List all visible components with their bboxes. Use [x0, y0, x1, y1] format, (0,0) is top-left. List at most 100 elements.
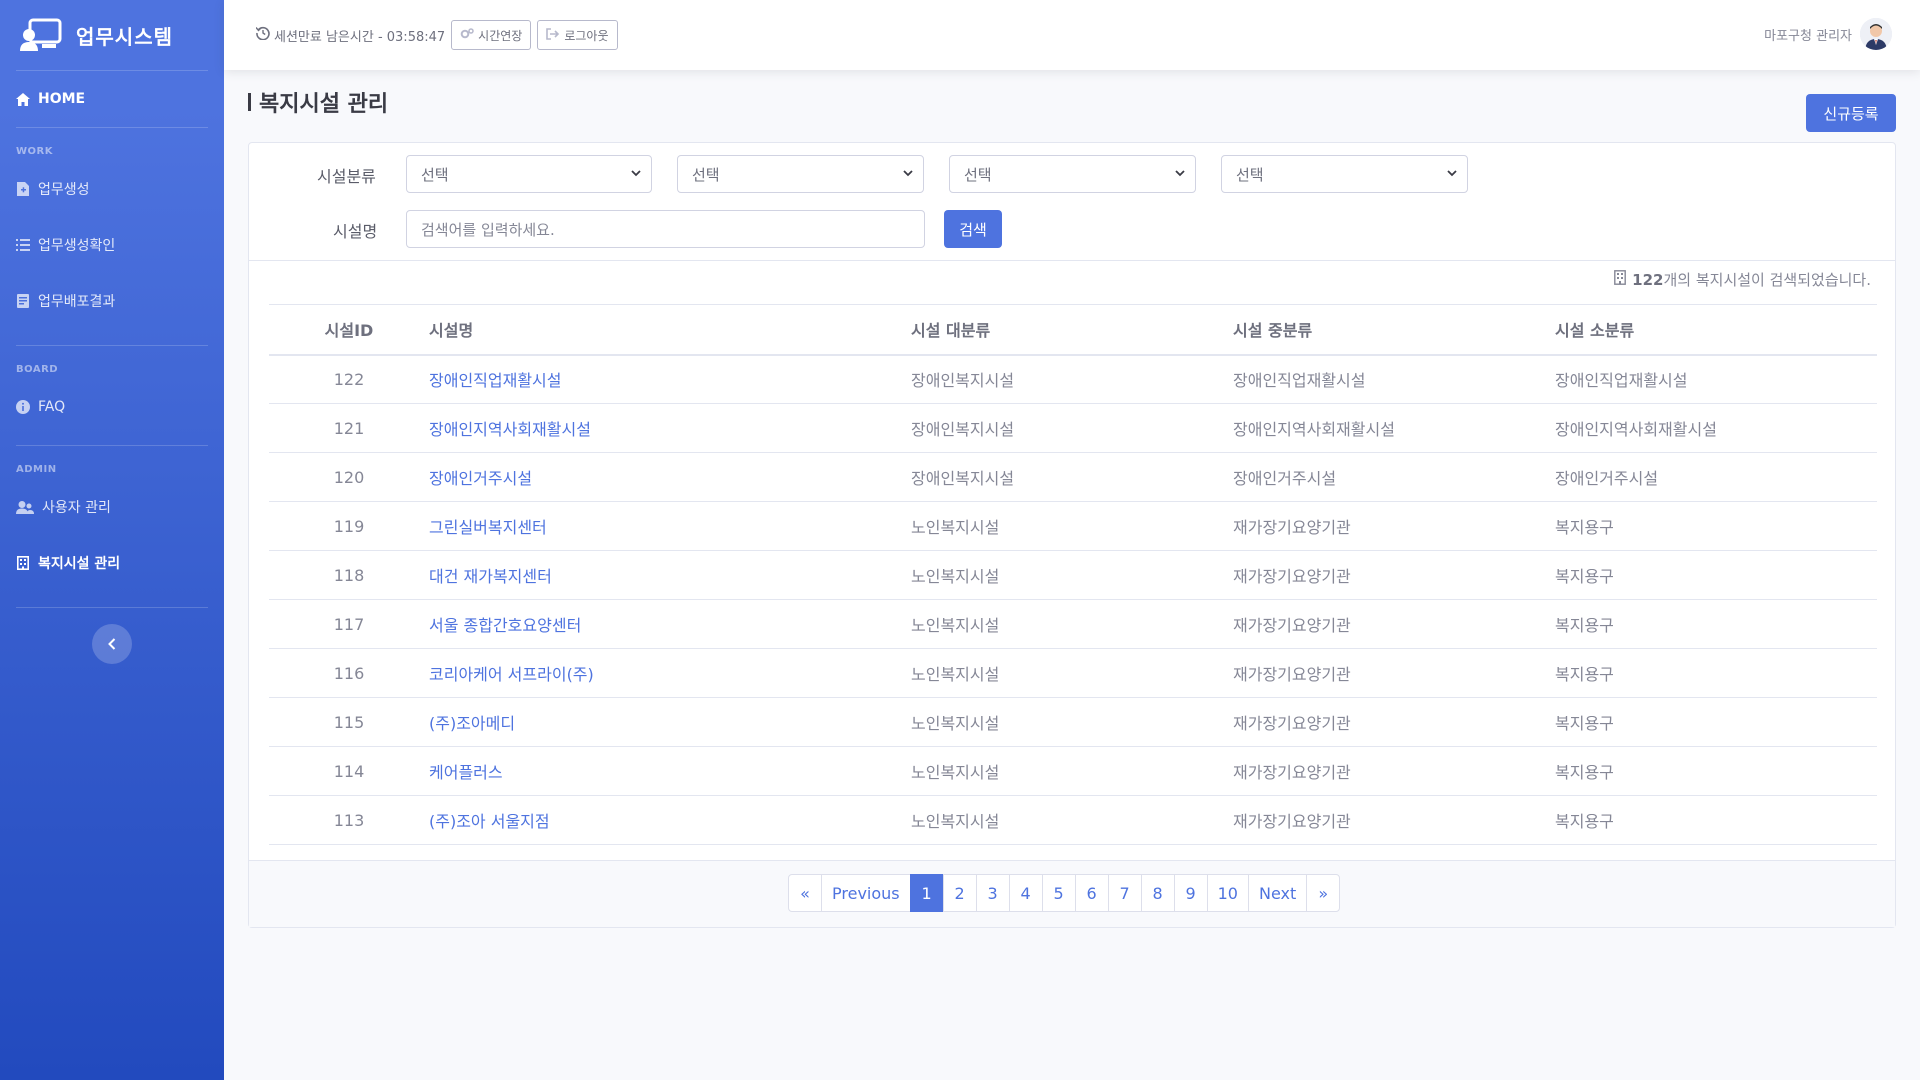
column-header-name[interactable]: 시설명: [429, 304, 911, 356]
page-button-8[interactable]: 8: [1140, 874, 1175, 912]
pagination-area: « Previous 1 2 3 4 5 6 7 8 9 10 Next »: [249, 860, 1895, 927]
page-button-2[interactable]: 2: [942, 874, 977, 912]
sidebar-item-label: 업무배포결과: [38, 294, 116, 310]
cell-id: 113: [269, 795, 429, 845]
page-button-10[interactable]: 10: [1206, 874, 1249, 912]
cell-id: 114: [269, 746, 429, 796]
facility-name-link[interactable]: 그린실버복지센터: [429, 501, 911, 551]
facility-name-link[interactable]: 대건 재가복지센터: [429, 550, 911, 600]
info-circle-icon: [16, 400, 30, 414]
cell-minor: 복지용구: [1555, 795, 1877, 845]
table-row[interactable]: 114 케어플러스 노인복지시설 재가장기요양기관 복지용구: [269, 746, 1877, 796]
chevron-left-icon: [108, 635, 116, 654]
page-button-7[interactable]: 7: [1107, 874, 1142, 912]
sidebar-item-task-create[interactable]: 업무생성: [0, 161, 224, 217]
cell-id: 115: [269, 697, 429, 747]
category-select-4[interactable]: 선택: [1221, 155, 1468, 193]
category-select-3[interactable]: 선택: [949, 155, 1196, 193]
chevron-down-icon: [903, 168, 913, 181]
search-button[interactable]: 검색: [944, 210, 1002, 248]
list-icon: [16, 238, 30, 252]
search-placeholder: 검색어를 입력하세요.: [421, 220, 555, 239]
sidebar-item-task-result[interactable]: 업무배포결과: [0, 273, 224, 329]
cell-minor: 복지용구: [1555, 648, 1877, 698]
column-header-minor[interactable]: 시설 소분류: [1555, 304, 1877, 356]
doc-icon: [16, 294, 30, 308]
brand[interactable]: 업무시스템: [0, 0, 224, 70]
new-register-button[interactable]: 신규등록: [1806, 94, 1896, 132]
facility-name-link[interactable]: (주)조아 서울지점: [429, 795, 911, 845]
user-menu[interactable]: 마포구청 관리자: [1764, 18, 1892, 50]
table-row[interactable]: 119 그린실버복지센터 노인복지시설 재가장기요양기관 복지용구: [269, 501, 1877, 551]
category-label: 시설분류: [317, 167, 376, 186]
page-button-6[interactable]: 6: [1074, 874, 1109, 912]
sidebar-item-label: 업무생성: [38, 182, 90, 198]
cell-minor: 복지용구: [1555, 746, 1877, 796]
sidebar-item-user-management[interactable]: 사용자 관리: [0, 479, 224, 535]
table-row[interactable]: 121 장애인지역사회재활시설 장애인복지시설 장애인지역사회재활시설 장애인지…: [269, 403, 1877, 453]
cell-middle: 재가장기요양기관: [1233, 501, 1555, 551]
logout-button[interactable]: 로그아웃: [537, 20, 618, 50]
page-button-1[interactable]: 1: [909, 874, 944, 912]
table-row[interactable]: 122 장애인직업재활시설 장애인복지시설 장애인직업재활시설 장애인직업재활시…: [269, 354, 1877, 404]
page-last-button[interactable]: »: [1306, 874, 1341, 912]
table-row[interactable]: 118 대건 재가복지센터 노인복지시설 재가장기요양기관 복지용구: [269, 550, 1877, 600]
extend-session-button[interactable]: 시간연장: [451, 20, 532, 50]
cell-middle: 재가장기요양기관: [1233, 550, 1555, 600]
section-head-admin: ADMIN: [16, 464, 57, 475]
sidebar-item-facility-management[interactable]: 복지시설 관리: [0, 535, 224, 591]
facility-name-link[interactable]: 장애인직업재활시설: [429, 354, 911, 404]
page-button-3[interactable]: 3: [975, 874, 1010, 912]
table-row[interactable]: 120 장애인거주시설 장애인복지시설 장애인거주시설 장애인거주시설: [269, 452, 1877, 502]
session-text: 세션만료 남은시간 - 03:58:47: [274, 29, 446, 45]
sidebar: 업무시스템 HOME WORK 업무생성 업무생성확인 업무배포결과 BOARD…: [0, 0, 224, 1080]
facility-name-link[interactable]: 케어플러스: [429, 746, 911, 796]
page-button-9[interactable]: 9: [1173, 874, 1208, 912]
cell-id: 121: [269, 403, 429, 453]
cell-major: 장애인복지시설: [911, 452, 1233, 502]
select-value: 선택: [421, 165, 449, 184]
cell-major: 노인복지시설: [911, 746, 1233, 796]
cell-id: 122: [269, 354, 429, 404]
facility-name-link[interactable]: 장애인거주시설: [429, 452, 911, 502]
column-header-major[interactable]: 시설 대분류: [911, 304, 1233, 356]
chevron-down-icon: [1175, 168, 1185, 181]
facility-name-link[interactable]: 코리아케어 서프라이(주): [429, 648, 911, 698]
sidebar-item-task-confirm[interactable]: 업무생성확인: [0, 217, 224, 273]
result-count-number: 122: [1632, 271, 1664, 289]
table-row[interactable]: 116 코리아케어 서프라이(주) 노인복지시설 재가장기요양기관 복지용구: [269, 648, 1877, 698]
search-input[interactable]: 검색어를 입력하세요.: [406, 210, 925, 248]
sidebar-item-home[interactable]: HOME: [0, 71, 224, 127]
facility-name-link[interactable]: (주)조아메디: [429, 697, 911, 747]
page-next-button[interactable]: Next: [1247, 874, 1308, 912]
filter-area: 시설분류 선택 선택 선택 선택 시설명 검색어를 입력하세요. 검색: [249, 143, 1895, 261]
sidebar-divider: [16, 607, 208, 608]
cell-minor: 장애인직업재활시설: [1555, 354, 1877, 404]
sidebar-toggle-button[interactable]: [92, 624, 132, 664]
facility-name-link[interactable]: 서울 종합간호요양센터: [429, 599, 911, 649]
cell-major: 노인복지시설: [911, 697, 1233, 747]
page-first-button[interactable]: «: [788, 874, 822, 912]
cell-major: 장애인복지시설: [911, 403, 1233, 453]
table-row[interactable]: 117 서울 종합간호요양센터 노인복지시설 재가장기요양기관 복지용구: [269, 599, 1877, 649]
page-title-text: 복지시설 관리: [259, 92, 389, 117]
page-button-5[interactable]: 5: [1041, 874, 1076, 912]
facility-name-link[interactable]: 장애인지역사회재활시설: [429, 403, 911, 453]
column-header-middle[interactable]: 시설 중분류: [1233, 304, 1555, 356]
page-button-4[interactable]: 4: [1008, 874, 1043, 912]
page-previous-button[interactable]: Previous: [821, 874, 911, 912]
facility-table: 시설ID 시설명 시설 대분류 시설 중분류 시설 소분류 122 장애인직업재…: [269, 304, 1877, 845]
category-select-2[interactable]: 선택: [677, 155, 924, 193]
avatar: [1860, 18, 1892, 50]
pagination: « Previous 1 2 3 4 5 6 7 8 9 10 Next »: [788, 874, 1341, 912]
category-select-1[interactable]: 선택: [406, 155, 652, 193]
table-row[interactable]: 113 (주)조아 서울지점 노인복지시설 재가장기요양기관 복지용구: [269, 795, 1877, 845]
cell-major: 노인복지시설: [911, 648, 1233, 698]
cell-minor: 복지용구: [1555, 697, 1877, 747]
sidebar-item-faq[interactable]: FAQ: [0, 379, 224, 435]
cell-major: 노인복지시설: [911, 599, 1233, 649]
history-icon: [255, 26, 270, 44]
section-head-work: WORK: [16, 146, 53, 157]
table-row[interactable]: 115 (주)조아메디 노인복지시설 재가장기요양기관 복지용구: [269, 697, 1877, 747]
column-header-id[interactable]: 시설ID: [269, 304, 429, 356]
